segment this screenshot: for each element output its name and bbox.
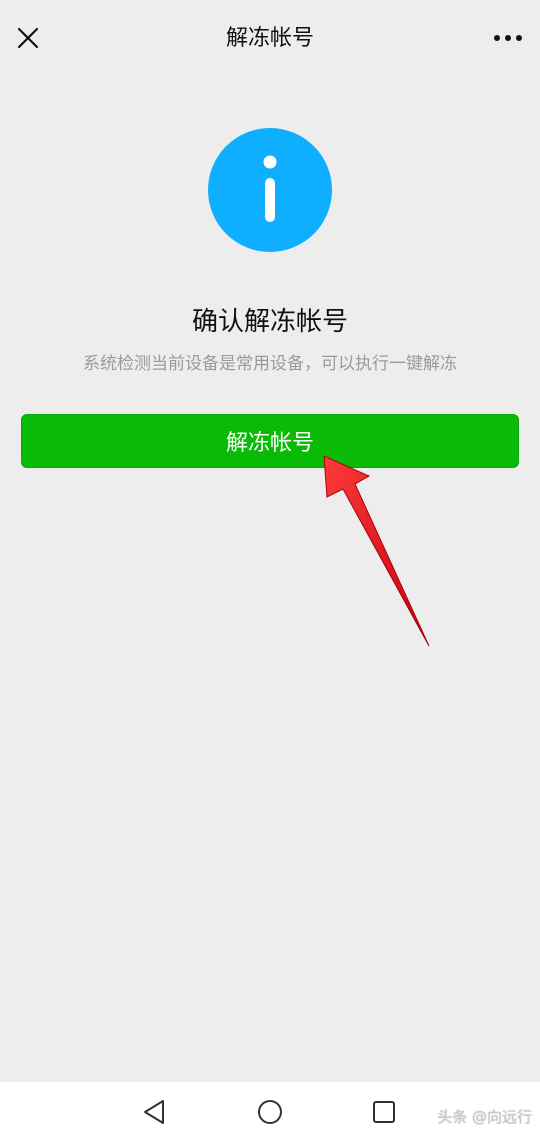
home-circle-icon [258,1100,282,1124]
nav-back-button[interactable] [136,1094,172,1130]
recent-square-icon [373,1101,395,1123]
nav-recent-button[interactable] [366,1094,402,1130]
more-icon [494,35,522,41]
info-icon [208,128,332,252]
unfreeze-account-button[interactable]: 解冻帐号 [21,414,519,468]
top-bar: 解冻帐号 [0,0,540,80]
more-button[interactable] [488,18,528,58]
back-triangle-icon [144,1100,164,1124]
device-description: 系统检测当前设备是常用设备，可以执行一键解冻 [83,354,457,374]
watermark: 头条 @向远行 [437,1108,532,1126]
confirm-heading: 确认解冻帐号 [191,307,348,337]
screen: 解冻帐号 确认解冻帐号 系统检测当前设备是常用设备，可以执行一键解冻 解冻帐号 [0,0,540,1140]
page-title: 解冻帐号 [225,26,314,51]
unfreeze-button-label: 解冻帐号 [225,431,314,456]
nav-home-button[interactable] [252,1094,288,1130]
